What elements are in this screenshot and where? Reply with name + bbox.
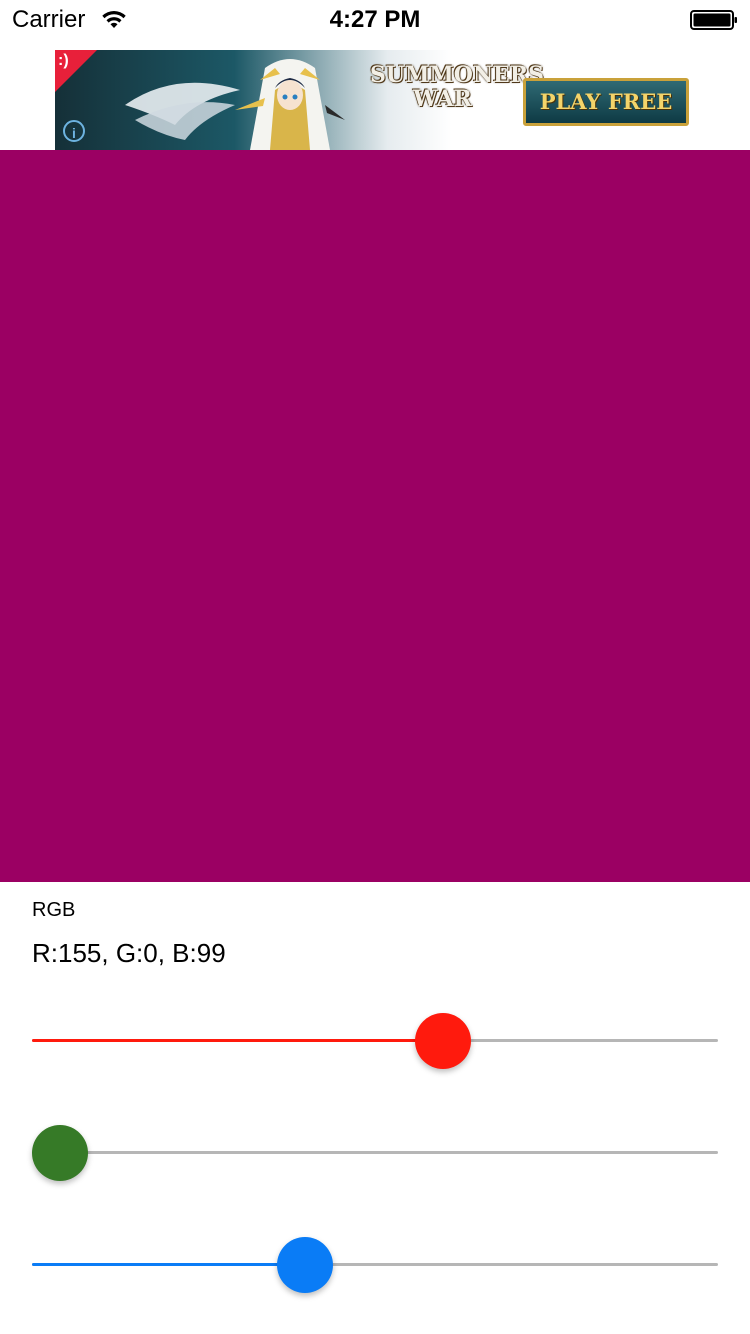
color-preview-swatch [0,150,750,882]
blue-slider-fill [32,1263,305,1266]
ad-info-icon[interactable]: i [63,120,85,142]
red-slider[interactable] [32,1011,718,1071]
ad-logo-line1: SUMMONERS [370,62,544,88]
ad-character-art [125,59,345,150]
ad-logo-line2: WAR [413,86,472,112]
green-slider-thumb[interactable] [32,1125,88,1181]
blue-slider-thumb[interactable] [276,1237,333,1293]
blue-slider[interactable] [32,1235,718,1295]
ad-banner[interactable]: :) i SUMMONERS WAR PLAY FREE [55,50,695,150]
ad-play-free-button[interactable]: PLAY FREE [523,78,689,126]
color-mode-label: RGB [32,899,76,921]
clock: 4:27 PM [329,6,421,33]
rgb-value-label: R:155, G:0, B:99 [32,938,226,968]
green-slider[interactable] [32,1123,718,1183]
ad-smile-icon: :) [58,52,69,69]
ad-game-logo: SUMMONERS WAR [370,62,544,112]
battery-full-icon [690,10,737,30]
red-slider-fill [32,1039,443,1042]
green-slider-track[interactable] [32,1151,718,1154]
app-screen: Carrier 4:27 PM:) i SUMMONERS WAR PLAY … [0,0,750,1334]
red-slider-thumb[interactable] [414,1013,471,1069]
status-bar: Carrier 4:27 PM [0,0,750,40]
